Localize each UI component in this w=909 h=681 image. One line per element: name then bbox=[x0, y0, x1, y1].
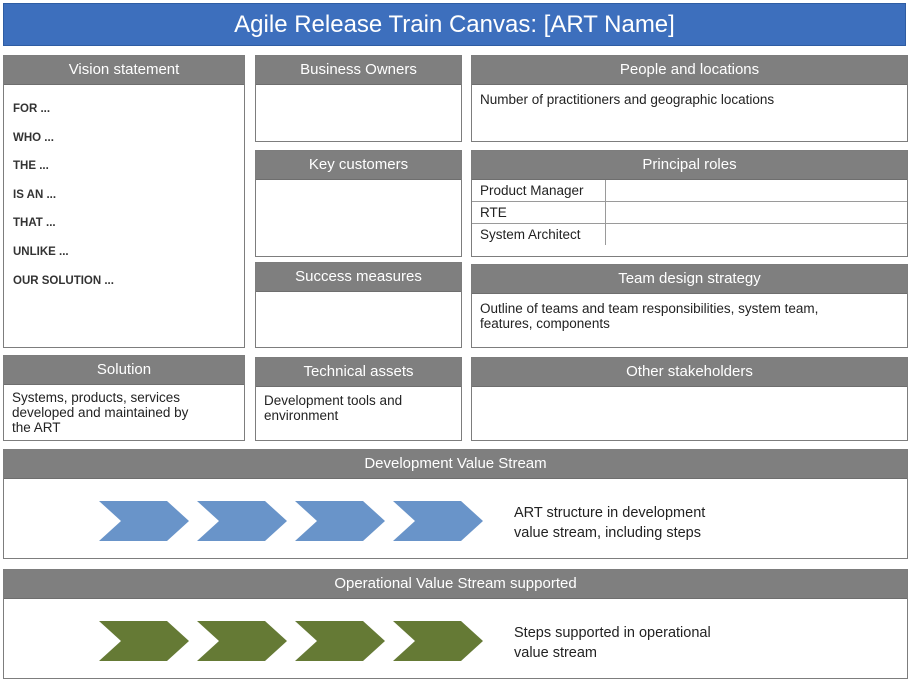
people-locations-header: People and locations bbox=[472, 56, 907, 85]
vision-statement-panel: Vision statement FOR ... WHO ... THE ...… bbox=[3, 55, 245, 348]
vision-statement-list: FOR ... WHO ... THE ... IS AN ... THAT .… bbox=[4, 85, 244, 295]
operational-stream-line-1: Steps supported in operational bbox=[514, 625, 711, 641]
other-stakeholders-panel: Other stakeholders bbox=[471, 357, 908, 441]
key-customers-panel: Key customers bbox=[255, 150, 462, 257]
solution-panel: Solution Systems, products, services dev… bbox=[3, 355, 245, 441]
development-value-stream-header: Development Value Stream bbox=[4, 450, 907, 479]
team-design-header: Team design strategy bbox=[472, 265, 907, 294]
role-name: RTE bbox=[472, 201, 606, 224]
vision-item-for: FOR ... bbox=[13, 103, 51, 115]
role-name: Product Manager bbox=[472, 180, 606, 202]
team-design-panel: Team design strategy Outline of teams an… bbox=[471, 264, 908, 348]
role-row: System Architect bbox=[472, 223, 907, 245]
people-locations-content[interactable]: Number of practitioners and geographic l… bbox=[472, 85, 907, 107]
solution-header: Solution bbox=[4, 356, 244, 385]
key-customers-content[interactable] bbox=[256, 180, 461, 187]
operational-step-1 bbox=[99, 621, 189, 661]
development-step-2 bbox=[197, 501, 287, 541]
technical-assets-content[interactable]: Development tools and environment bbox=[256, 387, 461, 423]
development-step-1 bbox=[99, 501, 189, 541]
role-name: System Architect bbox=[472, 223, 606, 245]
business-owners-content[interactable] bbox=[256, 85, 461, 92]
development-stream-line-1: ART structure in development bbox=[514, 505, 706, 521]
role-value[interactable] bbox=[605, 180, 907, 202]
operational-stream-description: Steps supported in operational value str… bbox=[514, 623, 711, 663]
vision-item-who: WHO ... bbox=[13, 131, 54, 144]
operational-value-stream-panel: Operational Value Stream supported Steps… bbox=[3, 569, 908, 679]
role-value[interactable] bbox=[605, 201, 907, 224]
development-value-stream-panel: Development Value Stream ART structure i… bbox=[3, 449, 908, 559]
development-stream-line-2: value stream, including steps bbox=[514, 525, 701, 541]
operational-step-4 bbox=[393, 621, 483, 661]
vision-statement-header: Vision statement bbox=[4, 56, 244, 85]
solution-content[interactable]: Systems, products, services developed an… bbox=[4, 385, 244, 435]
development-stream-description: ART structure in development value strea… bbox=[514, 503, 705, 543]
operational-stream-line-2: value stream bbox=[514, 645, 598, 661]
other-stakeholders-header: Other stakeholders bbox=[472, 358, 907, 387]
operational-step-2 bbox=[197, 621, 287, 661]
vision-item-our-solution: OUR SOLUTION ... bbox=[13, 274, 114, 287]
business-owners-panel: Business Owners bbox=[255, 55, 462, 142]
vision-item-that: THAT ... bbox=[13, 217, 56, 230]
development-steps-chevrons bbox=[99, 501, 483, 541]
operational-step-3 bbox=[295, 621, 385, 661]
development-value-stream-body: ART structure in development value strea… bbox=[4, 479, 907, 559]
development-step-3 bbox=[295, 501, 385, 541]
key-customers-header: Key customers bbox=[256, 151, 461, 180]
other-stakeholders-content[interactable] bbox=[472, 387, 907, 394]
canvas-title: Agile Release Train Canvas: [ART Name] bbox=[3, 3, 906, 46]
team-design-content[interactable]: Outline of teams and team responsibiliti… bbox=[472, 294, 907, 331]
technical-assets-header: Technical assets bbox=[256, 358, 461, 387]
role-row: RTE bbox=[472, 201, 907, 224]
principal-roles-table: Product Manager RTE System Architect bbox=[472, 180, 907, 245]
development-step-4 bbox=[393, 501, 483, 541]
vision-item-the: THE ... bbox=[13, 160, 49, 173]
success-measures-header: Success measures bbox=[256, 263, 461, 292]
operational-value-stream-header: Operational Value Stream supported bbox=[4, 570, 907, 599]
vision-item-is-an: IS AN ... bbox=[13, 188, 57, 201]
vision-item-unlike: UNLIKE ... bbox=[13, 245, 69, 258]
role-row: Product Manager bbox=[472, 180, 907, 202]
principal-roles-panel: Principal roles Product Manager RTE Syst… bbox=[471, 150, 908, 257]
success-measures-panel: Success measures bbox=[255, 262, 462, 348]
business-owners-header: Business Owners bbox=[256, 56, 461, 85]
operational-steps-chevrons bbox=[99, 621, 483, 661]
operational-value-stream-body: Steps supported in operational value str… bbox=[4, 599, 907, 679]
people-locations-panel: People and locations Number of practitio… bbox=[471, 55, 908, 142]
success-measures-content[interactable] bbox=[256, 292, 461, 299]
principal-roles-header: Principal roles bbox=[472, 151, 907, 180]
technical-assets-panel: Technical assets Development tools and e… bbox=[255, 357, 462, 441]
role-value[interactable] bbox=[605, 223, 907, 245]
